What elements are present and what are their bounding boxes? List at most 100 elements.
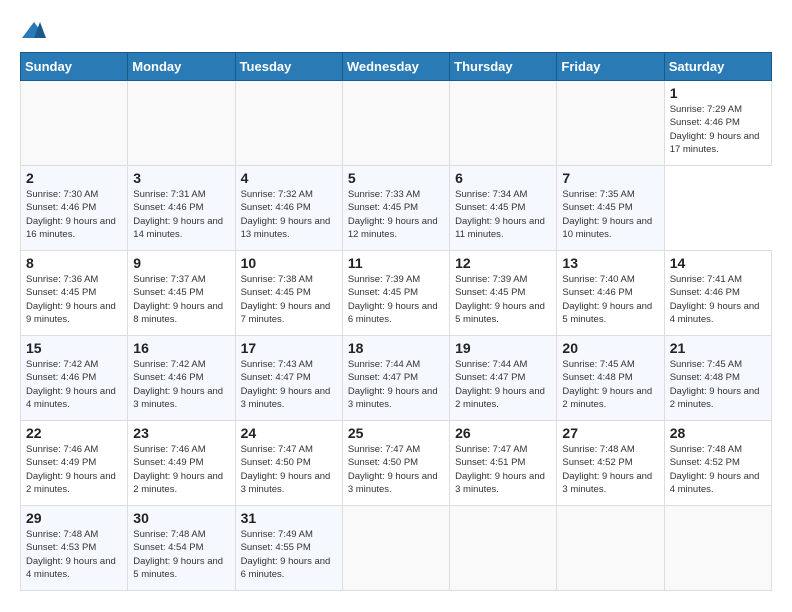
weekday-header: Wednesday (342, 53, 449, 81)
calendar-cell (664, 506, 771, 591)
calendar-cell (235, 81, 342, 166)
day-number: 2 (26, 170, 122, 186)
calendar-row: 2 Sunrise: 7:30 AM Sunset: 4:46 PM Dayli… (21, 166, 772, 251)
cell-details: Sunrise: 7:48 AM Sunset: 4:52 PM Dayligh… (670, 443, 766, 496)
weekday-header: Sunday (21, 53, 128, 81)
day-number: 12 (455, 255, 551, 271)
cell-details: Sunrise: 7:30 AM Sunset: 4:46 PM Dayligh… (26, 188, 122, 241)
day-number: 28 (670, 425, 766, 441)
cell-details: Sunrise: 7:32 AM Sunset: 4:46 PM Dayligh… (241, 188, 337, 241)
cell-details: Sunrise: 7:47 AM Sunset: 4:50 PM Dayligh… (241, 443, 337, 496)
calendar-cell: 28 Sunrise: 7:48 AM Sunset: 4:52 PM Dayl… (664, 421, 771, 506)
day-number: 1 (670, 85, 766, 101)
calendar-table: SundayMondayTuesdayWednesdayThursdayFrid… (20, 52, 772, 591)
calendar-cell: 21 Sunrise: 7:45 AM Sunset: 4:48 PM Dayl… (664, 336, 771, 421)
calendar-cell: 11 Sunrise: 7:39 AM Sunset: 4:45 PM Dayl… (342, 251, 449, 336)
calendar-cell: 7 Sunrise: 7:35 AM Sunset: 4:45 PM Dayli… (557, 166, 664, 251)
day-number: 13 (562, 255, 658, 271)
calendar-cell: 8 Sunrise: 7:36 AM Sunset: 4:45 PM Dayli… (21, 251, 128, 336)
day-number: 26 (455, 425, 551, 441)
cell-details: Sunrise: 7:48 AM Sunset: 4:53 PM Dayligh… (26, 528, 122, 581)
calendar-cell (450, 506, 557, 591)
day-number: 17 (241, 340, 337, 356)
day-number: 16 (133, 340, 229, 356)
weekday-header: Saturday (664, 53, 771, 81)
day-number: 4 (241, 170, 337, 186)
calendar-cell: 5 Sunrise: 7:33 AM Sunset: 4:45 PM Dayli… (342, 166, 449, 251)
day-number: 6 (455, 170, 551, 186)
cell-details: Sunrise: 7:47 AM Sunset: 4:51 PM Dayligh… (455, 443, 551, 496)
calendar-cell: 27 Sunrise: 7:48 AM Sunset: 4:52 PM Dayl… (557, 421, 664, 506)
calendar-cell (342, 506, 449, 591)
cell-details: Sunrise: 7:31 AM Sunset: 4:46 PM Dayligh… (133, 188, 229, 241)
calendar-header-row: SundayMondayTuesdayWednesdayThursdayFrid… (21, 53, 772, 81)
day-number: 27 (562, 425, 658, 441)
calendar-cell: 15 Sunrise: 7:42 AM Sunset: 4:46 PM Dayl… (21, 336, 128, 421)
cell-details: Sunrise: 7:43 AM Sunset: 4:47 PM Dayligh… (241, 358, 337, 411)
calendar-row: 29 Sunrise: 7:48 AM Sunset: 4:53 PM Dayl… (21, 506, 772, 591)
cell-details: Sunrise: 7:49 AM Sunset: 4:55 PM Dayligh… (241, 528, 337, 581)
cell-details: Sunrise: 7:35 AM Sunset: 4:45 PM Dayligh… (562, 188, 658, 241)
calendar-cell: 20 Sunrise: 7:45 AM Sunset: 4:48 PM Dayl… (557, 336, 664, 421)
calendar-cell: 13 Sunrise: 7:40 AM Sunset: 4:46 PM Dayl… (557, 251, 664, 336)
day-number: 18 (348, 340, 444, 356)
day-number: 23 (133, 425, 229, 441)
day-number: 22 (26, 425, 122, 441)
calendar-cell: 18 Sunrise: 7:44 AM Sunset: 4:47 PM Dayl… (342, 336, 449, 421)
day-number: 24 (241, 425, 337, 441)
cell-details: Sunrise: 7:46 AM Sunset: 4:49 PM Dayligh… (26, 443, 122, 496)
day-number: 30 (133, 510, 229, 526)
cell-details: Sunrise: 7:33 AM Sunset: 4:45 PM Dayligh… (348, 188, 444, 241)
day-number: 15 (26, 340, 122, 356)
cell-details: Sunrise: 7:42 AM Sunset: 4:46 PM Dayligh… (133, 358, 229, 411)
day-number: 7 (562, 170, 658, 186)
calendar-row: 15 Sunrise: 7:42 AM Sunset: 4:46 PM Dayl… (21, 336, 772, 421)
calendar-row: 8 Sunrise: 7:36 AM Sunset: 4:45 PM Dayli… (21, 251, 772, 336)
calendar-cell: 22 Sunrise: 7:46 AM Sunset: 4:49 PM Dayl… (21, 421, 128, 506)
day-number: 29 (26, 510, 122, 526)
calendar-cell: 24 Sunrise: 7:47 AM Sunset: 4:50 PM Dayl… (235, 421, 342, 506)
weekday-header: Monday (128, 53, 235, 81)
cell-details: Sunrise: 7:29 AM Sunset: 4:46 PM Dayligh… (670, 103, 766, 156)
cell-details: Sunrise: 7:48 AM Sunset: 4:54 PM Dayligh… (133, 528, 229, 581)
logo (20, 20, 52, 42)
cell-details: Sunrise: 7:44 AM Sunset: 4:47 PM Dayligh… (455, 358, 551, 411)
calendar-cell: 3 Sunrise: 7:31 AM Sunset: 4:46 PM Dayli… (128, 166, 235, 251)
day-number: 11 (348, 255, 444, 271)
cell-details: Sunrise: 7:38 AM Sunset: 4:45 PM Dayligh… (241, 273, 337, 326)
calendar-cell: 16 Sunrise: 7:42 AM Sunset: 4:46 PM Dayl… (128, 336, 235, 421)
calendar-cell: 2 Sunrise: 7:30 AM Sunset: 4:46 PM Dayli… (21, 166, 128, 251)
calendar-cell: 25 Sunrise: 7:47 AM Sunset: 4:50 PM Dayl… (342, 421, 449, 506)
calendar-cell: 14 Sunrise: 7:41 AM Sunset: 4:46 PM Dayl… (664, 251, 771, 336)
day-number: 25 (348, 425, 444, 441)
cell-details: Sunrise: 7:45 AM Sunset: 4:48 PM Dayligh… (670, 358, 766, 411)
cell-details: Sunrise: 7:36 AM Sunset: 4:45 PM Dayligh… (26, 273, 122, 326)
day-number: 3 (133, 170, 229, 186)
cell-details: Sunrise: 7:48 AM Sunset: 4:52 PM Dayligh… (562, 443, 658, 496)
calendar-cell: 4 Sunrise: 7:32 AM Sunset: 4:46 PM Dayli… (235, 166, 342, 251)
day-number: 19 (455, 340, 551, 356)
calendar-cell: 1 Sunrise: 7:29 AM Sunset: 4:46 PM Dayli… (664, 81, 771, 166)
weekday-header: Friday (557, 53, 664, 81)
day-number: 5 (348, 170, 444, 186)
cell-details: Sunrise: 7:47 AM Sunset: 4:50 PM Dayligh… (348, 443, 444, 496)
day-number: 20 (562, 340, 658, 356)
calendar-cell: 31 Sunrise: 7:49 AM Sunset: 4:55 PM Dayl… (235, 506, 342, 591)
day-number: 14 (670, 255, 766, 271)
day-number: 9 (133, 255, 229, 271)
calendar-cell: 29 Sunrise: 7:48 AM Sunset: 4:53 PM Dayl… (21, 506, 128, 591)
calendar-cell: 26 Sunrise: 7:47 AM Sunset: 4:51 PM Dayl… (450, 421, 557, 506)
cell-details: Sunrise: 7:46 AM Sunset: 4:49 PM Dayligh… (133, 443, 229, 496)
page-header (20, 20, 772, 42)
day-number: 31 (241, 510, 337, 526)
cell-details: Sunrise: 7:40 AM Sunset: 4:46 PM Dayligh… (562, 273, 658, 326)
calendar-cell: 12 Sunrise: 7:39 AM Sunset: 4:45 PM Dayl… (450, 251, 557, 336)
calendar-row: 1 Sunrise: 7:29 AM Sunset: 4:46 PM Dayli… (21, 81, 772, 166)
cell-details: Sunrise: 7:39 AM Sunset: 4:45 PM Dayligh… (348, 273, 444, 326)
calendar-cell: 23 Sunrise: 7:46 AM Sunset: 4:49 PM Dayl… (128, 421, 235, 506)
calendar-cell (557, 506, 664, 591)
day-number: 21 (670, 340, 766, 356)
cell-details: Sunrise: 7:45 AM Sunset: 4:48 PM Dayligh… (562, 358, 658, 411)
cell-details: Sunrise: 7:34 AM Sunset: 4:45 PM Dayligh… (455, 188, 551, 241)
cell-details: Sunrise: 7:44 AM Sunset: 4:47 PM Dayligh… (348, 358, 444, 411)
